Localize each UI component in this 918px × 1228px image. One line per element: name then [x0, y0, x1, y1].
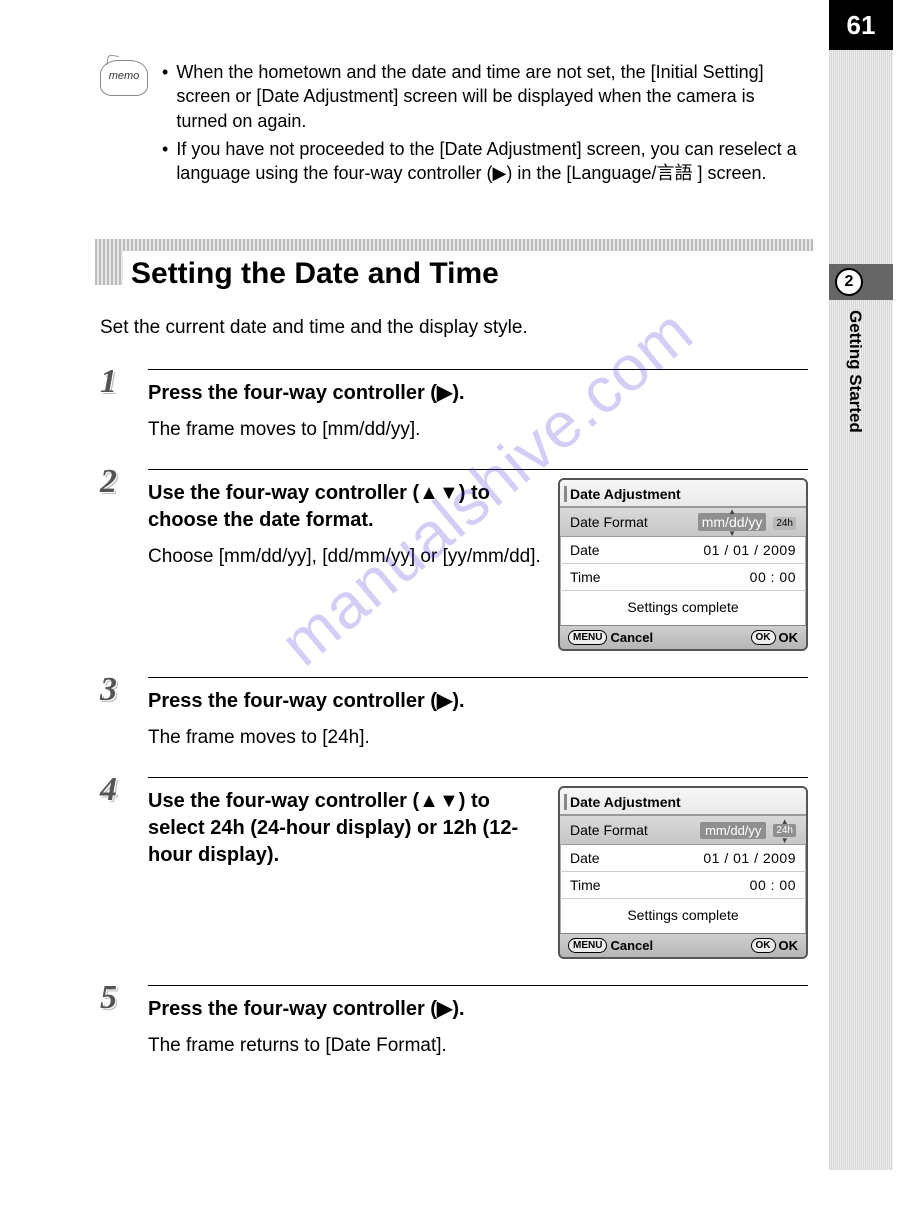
lcd-cancel: Cancel [610, 630, 653, 645]
lcd-hour-chip: 24h [773, 517, 796, 530]
section-intro: Set the current date and time and the di… [100, 317, 808, 339]
step: 1 Press the four-way controller (▶). The… [100, 369, 808, 443]
lcd-date-value: 01 / 01 / 2009 [703, 542, 796, 558]
step: 5 Press the four-way controller (▶). The… [100, 985, 808, 1059]
lcd-format-label: Date Format [570, 514, 648, 530]
memo-item: When the hometown and the date and time … [176, 60, 808, 133]
step-title: Press the four-way controller (▶). [148, 380, 808, 407]
lcd-hour-chip-selected: ▲ 24h ▼ [773, 824, 796, 837]
section-title: Setting the Date and Time [131, 257, 813, 291]
step: 3 Press the four-way controller (▶). The… [100, 677, 808, 751]
ok-button-icon: OK [751, 938, 776, 953]
lcd-cancel: Cancel [610, 938, 653, 953]
step-number: 3 [100, 673, 130, 751]
menu-button-icon: MENU [568, 938, 607, 953]
chapter-title: Getting Started [845, 310, 865, 433]
lcd-ok: OK [779, 938, 799, 953]
menu-button-icon: MENU [568, 630, 607, 645]
step-desc: The frame moves to [mm/dd/yy]. [148, 417, 808, 443]
lcd-complete: Settings complete [560, 591, 806, 625]
step-title: Use the four-way controller (▲▼) to choo… [148, 480, 544, 534]
step-number: 2 [100, 465, 130, 651]
step: 2 Use the four-way controller (▲▼) to ch… [100, 469, 808, 651]
step-title: Press the four-way controller (▶). [148, 996, 808, 1023]
chapter-tab: 2 Getting Started [829, 50, 893, 1170]
step-title: Use the four-way controller (▲▼) to sele… [148, 788, 544, 869]
step-desc: Choose [mm/dd/yy], [dd/mm/yy] or [yy/mm/… [148, 544, 544, 570]
step-desc: The frame returns to [Date Format]. [148, 1033, 808, 1059]
lcd-format-value: mm/dd/yy [700, 822, 766, 839]
lcd-title: Date Adjustment [560, 788, 806, 815]
lcd-complete: Settings complete [560, 899, 806, 933]
lcd-screen: Date Adjustment Date Format mm/dd/yy ▲ 2… [558, 786, 808, 959]
chapter-number-badge: 2 [835, 268, 863, 296]
step-number: 4 [100, 773, 130, 959]
lcd-date-label: Date [570, 850, 600, 866]
lcd-title: Date Adjustment [560, 480, 806, 507]
lcd-time-label: Time [570, 877, 601, 893]
manual-page: 61 2 Getting Started manualshive.com mem… [0, 0, 918, 1228]
lcd-date-label: Date [570, 542, 600, 558]
lcd-time-label: Time [570, 569, 601, 585]
section-heading: Setting the Date and Time [95, 239, 813, 291]
lcd-format-value-selected: ▲ mm/dd/yy ▼ [698, 513, 767, 531]
ok-button-icon: OK [751, 630, 776, 645]
step-number: 5 [100, 981, 130, 1059]
lcd-time-value: 00 : 00 [750, 569, 796, 585]
lcd-format-label: Date Format [570, 822, 648, 838]
memo-icon: memo [100, 60, 148, 96]
step: 4 Use the four-way controller (▲▼) to se… [100, 777, 808, 959]
page-number: 61 [829, 0, 893, 50]
lcd-ok: OK [779, 630, 799, 645]
step-title: Press the four-way controller (▶). [148, 688, 808, 715]
lcd-date-value: 01 / 01 / 2009 [703, 850, 796, 866]
memo-block: memo •When the hometown and the date and… [100, 60, 808, 189]
step-desc: The frame moves to [24h]. [148, 725, 808, 751]
memo-item: If you have not proceeded to the [Date A… [176, 137, 808, 186]
lcd-screen: Date Adjustment Date Format ▲ mm/dd/yy ▼… [558, 478, 808, 651]
step-number: 1 [100, 365, 130, 443]
lcd-time-value: 00 : 00 [750, 877, 796, 893]
